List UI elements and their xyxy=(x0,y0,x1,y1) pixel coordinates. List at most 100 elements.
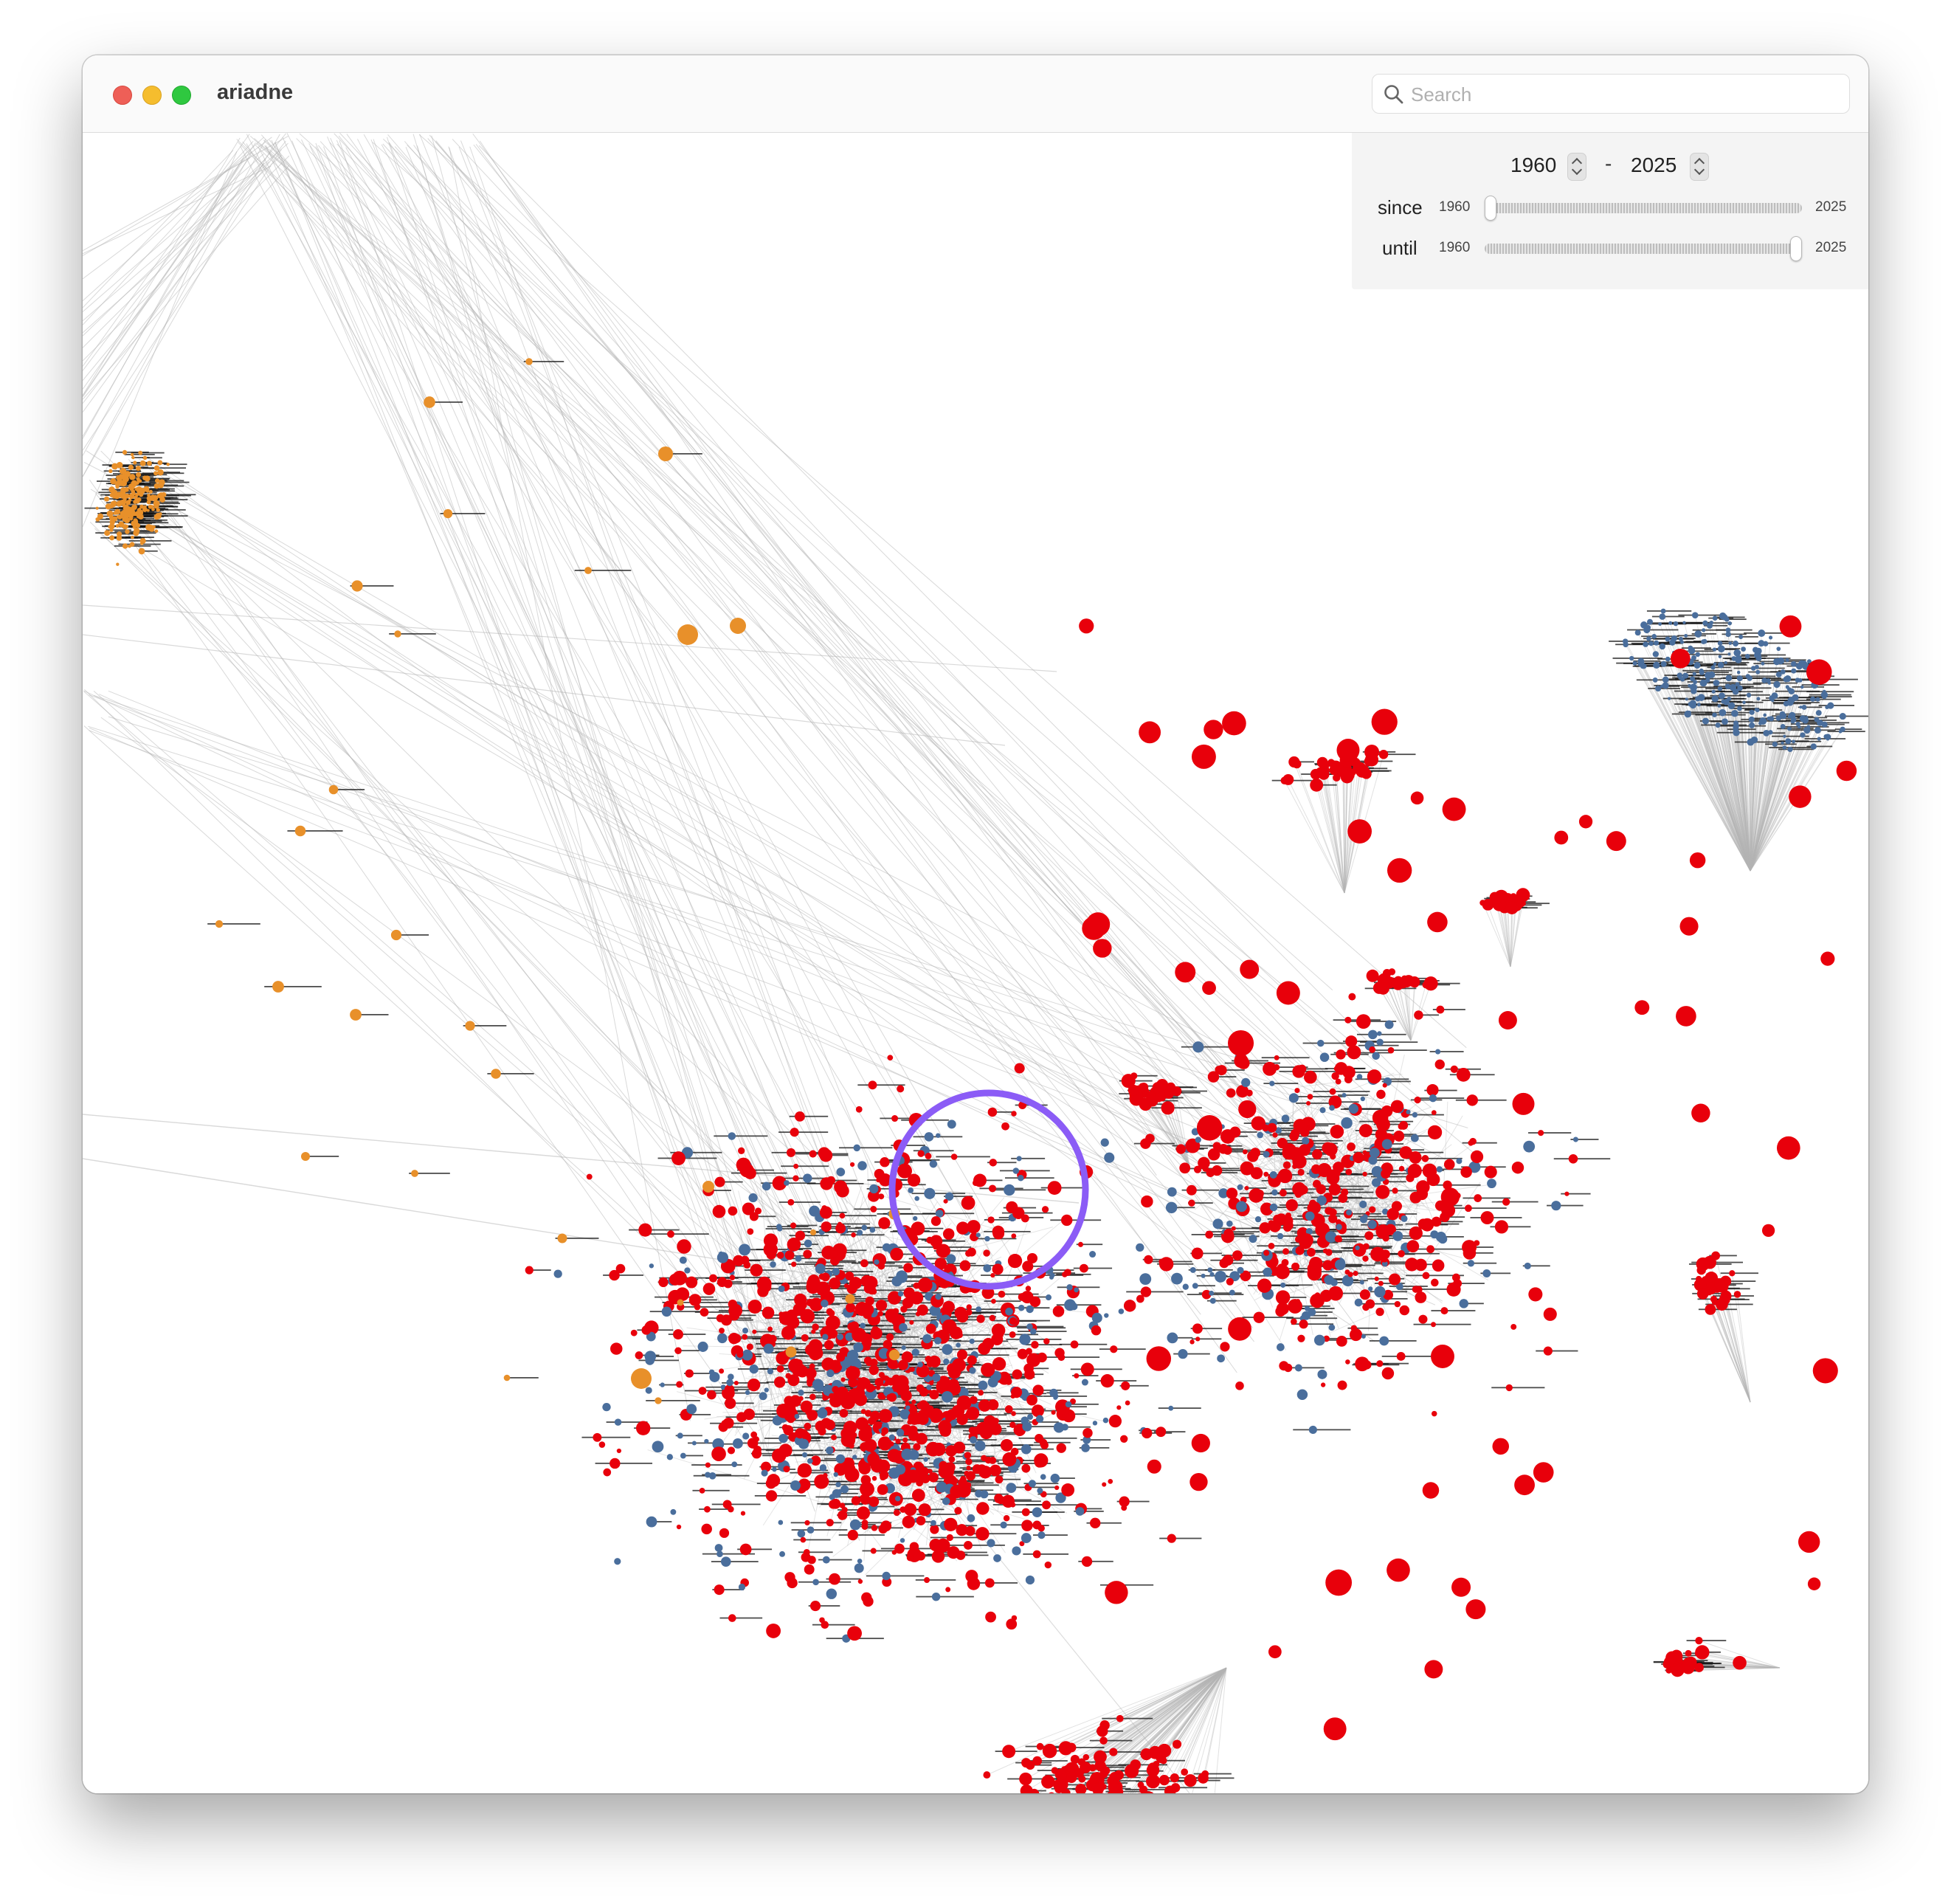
graph-node xyxy=(1781,741,1784,745)
node-label xyxy=(1744,708,1780,711)
graph-node xyxy=(708,1472,716,1480)
network-graph[interactable] xyxy=(83,133,1868,1793)
graph-node xyxy=(795,1428,806,1439)
graph-node xyxy=(1790,719,1795,724)
graph-node xyxy=(1242,1149,1248,1155)
graph-node xyxy=(1727,652,1731,656)
search-box[interactable] xyxy=(1372,74,1850,114)
graph-node xyxy=(677,1432,683,1439)
graph-node xyxy=(914,1196,919,1201)
graph-node xyxy=(1012,1546,1021,1556)
graph-node xyxy=(1378,1280,1384,1286)
graph-node xyxy=(1036,1742,1044,1750)
graph-node xyxy=(973,1173,987,1187)
node-label xyxy=(1778,740,1822,742)
search-input[interactable] xyxy=(1409,79,1840,110)
graph-node xyxy=(676,1524,682,1530)
graph-node xyxy=(646,1516,657,1528)
graph-edge xyxy=(83,141,254,325)
graph-node xyxy=(1297,1168,1305,1176)
graph-node xyxy=(1064,1299,1077,1311)
graph-node xyxy=(809,1205,821,1217)
graph-node xyxy=(1729,1270,1736,1277)
graph-node xyxy=(1790,660,1797,667)
graph-node xyxy=(135,465,142,472)
graph-node xyxy=(946,1254,956,1264)
close-window-button[interactable] xyxy=(113,86,132,105)
graph-node xyxy=(1801,704,1807,710)
graph-node xyxy=(1209,1290,1215,1296)
graph-node xyxy=(985,1611,996,1623)
node-label xyxy=(1056,1304,1102,1306)
graph-node xyxy=(1702,628,1706,632)
graph-node xyxy=(787,1198,795,1206)
graph-node xyxy=(1738,634,1744,640)
graph-node xyxy=(1694,630,1702,638)
graph-node xyxy=(1104,1152,1115,1163)
node-label xyxy=(1333,1213,1381,1215)
graph-node xyxy=(839,1213,846,1219)
graph-node xyxy=(144,475,151,482)
maximize-window-button[interactable] xyxy=(172,86,191,105)
node-label xyxy=(1158,1407,1201,1410)
graph-node xyxy=(860,1259,869,1268)
graph-node xyxy=(989,1159,997,1167)
graph-node xyxy=(942,1344,953,1355)
graph-node xyxy=(870,1548,877,1554)
graph-node xyxy=(719,1528,730,1538)
graph-node xyxy=(699,1488,705,1494)
graph-node xyxy=(117,479,122,483)
graph-node xyxy=(1810,696,1816,702)
node-label xyxy=(854,1208,911,1210)
graph-node xyxy=(747,1378,761,1392)
node-label xyxy=(798,1581,852,1583)
graph-node xyxy=(826,1369,835,1378)
graph-node xyxy=(793,1163,799,1169)
graph-node xyxy=(1356,1014,1371,1029)
graph-node xyxy=(747,1228,754,1235)
graph-node xyxy=(966,1304,972,1310)
minimize-window-button[interactable] xyxy=(142,86,162,105)
graph-node xyxy=(1263,1151,1270,1158)
graph-node xyxy=(1043,1338,1050,1345)
search-icon xyxy=(1384,85,1403,104)
graph-node xyxy=(147,493,151,497)
graph-node xyxy=(1377,982,1389,995)
graph-node xyxy=(1767,716,1771,721)
graph-node xyxy=(1705,1303,1716,1315)
node-label xyxy=(1683,650,1714,652)
node-label xyxy=(793,1539,831,1541)
graph-node xyxy=(749,1364,759,1374)
graph-node xyxy=(1172,1739,1182,1749)
graph-node xyxy=(630,1329,638,1336)
graph-node xyxy=(129,483,133,487)
graph-node xyxy=(930,1235,943,1248)
graph-node xyxy=(1693,661,1701,669)
graph-node xyxy=(1795,663,1803,670)
node-label xyxy=(1271,1284,1313,1286)
graph-node xyxy=(1348,993,1356,1001)
graph-node xyxy=(804,1422,812,1430)
node-label xyxy=(1218,1227,1266,1229)
graph-node xyxy=(908,1187,914,1193)
graph-node xyxy=(821,1357,835,1371)
graph-node xyxy=(1104,1313,1109,1318)
graph-node xyxy=(1685,697,1688,701)
graph-node xyxy=(1662,1660,1671,1669)
graph-node xyxy=(614,1558,621,1565)
graph-node xyxy=(147,461,152,466)
graph-node xyxy=(148,525,155,531)
graph-node xyxy=(947,1120,956,1129)
graph-node xyxy=(1166,1082,1175,1092)
graph-node xyxy=(1294,1364,1302,1372)
graph-node xyxy=(964,1541,973,1550)
node-label xyxy=(949,1544,1005,1546)
graph-node xyxy=(1466,1094,1478,1106)
graph-canvas[interactable] xyxy=(83,133,1868,1793)
graph-node xyxy=(120,499,126,506)
graph-node xyxy=(131,535,134,539)
graph-node xyxy=(809,1150,817,1158)
node-label xyxy=(828,1483,866,1486)
node-label xyxy=(911,1193,966,1195)
graph-node xyxy=(1733,1291,1741,1298)
